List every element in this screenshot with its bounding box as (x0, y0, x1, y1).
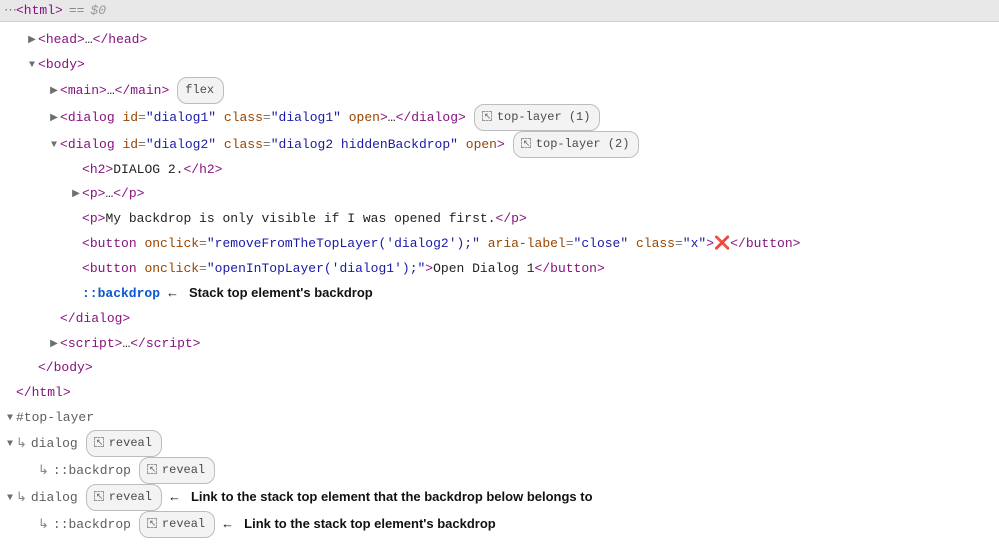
equals-text: == (69, 3, 85, 18)
expand-icon[interactable]: ▶ (48, 82, 60, 101)
node-button-open[interactable]: <button onclick="openInTopLayer('dialog1… (0, 257, 999, 282)
top-layer-dialog2-backdrop[interactable]: ↳::backdropreveal←Link to the stack top … (0, 511, 999, 538)
close-x-icon: ❌ (714, 236, 730, 251)
node-dialog2-close[interactable]: </dialog> (0, 307, 999, 332)
arrow-left-icon: ← (166, 285, 179, 300)
node-backdrop-pseudo[interactable]: ::backdrop←Stack top element's backdrop (0, 281, 999, 307)
collapse-icon[interactable]: ▼ (4, 489, 16, 508)
expand-icon[interactable]: ▶ (48, 335, 60, 354)
top-layer-header[interactable]: ▼#top-layer (0, 406, 999, 431)
node-h2[interactable]: <h2>DIALOG 2.</h2> (0, 158, 999, 183)
reveal-badge[interactable]: reveal (86, 430, 162, 457)
expand-icon[interactable]: ▶ (48, 109, 60, 128)
node-dialog2-open[interactable]: ▼<dialog id="dialog2" class="dialog2 hid… (0, 131, 999, 158)
child-arrow-icon: ↳ (38, 463, 49, 478)
child-arrow-icon: ↳ (16, 436, 27, 451)
annotation-label: Link to the stack top element's backdrop (244, 516, 496, 531)
selected-element-bar: ⋯<html> == $0 (0, 0, 999, 22)
node-script[interactable]: ▶<script>…</script> (0, 332, 999, 357)
collapse-icon[interactable]: ▼ (26, 56, 38, 75)
ellipsis-icon: ⋯ (4, 3, 16, 18)
child-arrow-icon: ↳ (16, 490, 27, 505)
collapse-icon[interactable]: ▼ (4, 435, 16, 454)
selected-root-tag: <html> (16, 3, 63, 18)
annotation-label: Stack top element's backdrop (189, 285, 373, 300)
node-head[interactable]: ▶<head>…</head> (0, 28, 999, 53)
top-layer-badge-1[interactable]: top-layer (1) (474, 104, 601, 131)
top-layer-dialog2[interactable]: ▼↳dialogreveal←Link to the stack top ele… (0, 484, 999, 511)
arrow-left-icon: ← (221, 516, 234, 531)
node-main[interactable]: ▶<main>…</main>flex (0, 77, 999, 104)
dom-tree: ▶<head>…</head> ▼<body> ▶<main>…</main>f… (0, 22, 999, 550)
node-dialog1[interactable]: ▶<dialog id="dialog1" class="dialog1" op… (0, 104, 999, 131)
node-button-close[interactable]: <button onclick="removeFromTheTopLayer('… (0, 232, 999, 257)
expand-icon[interactable]: ▶ (70, 185, 82, 204)
scroll-into-view-icon (94, 437, 104, 447)
reveal-badge[interactable]: reveal (139, 457, 215, 484)
console-var: $0 (90, 3, 106, 18)
top-layer-badge-2[interactable]: top-layer (2) (513, 131, 640, 158)
collapse-icon[interactable]: ▼ (48, 136, 60, 155)
top-layer-dialog1-backdrop[interactable]: ↳::backdropreveal (0, 457, 999, 484)
child-arrow-icon: ↳ (38, 517, 49, 532)
node-body-open[interactable]: ▼<body> (0, 53, 999, 78)
arrow-left-icon: ← (168, 489, 181, 504)
node-p2[interactable]: <p>My backdrop is only visible if I was … (0, 207, 999, 232)
collapse-icon[interactable]: ▼ (4, 409, 16, 428)
top-layer-dialog1[interactable]: ▼↳dialogreveal (0, 430, 999, 457)
flex-badge[interactable]: flex (177, 77, 224, 104)
reveal-badge[interactable]: reveal (86, 484, 162, 511)
expand-icon[interactable]: ▶ (26, 31, 38, 50)
scroll-into-view-icon (147, 518, 157, 528)
scroll-into-view-icon (482, 111, 492, 121)
scroll-into-view-icon (521, 138, 531, 148)
node-html-close[interactable]: </html> (0, 381, 999, 406)
node-p1[interactable]: ▶<p>…</p> (0, 182, 999, 207)
annotation-label: Link to the stack top element that the b… (191, 489, 593, 504)
reveal-badge[interactable]: reveal (139, 511, 215, 538)
node-body-close[interactable]: </body> (0, 356, 999, 381)
scroll-into-view-icon (94, 491, 104, 501)
scroll-into-view-icon (147, 464, 157, 474)
